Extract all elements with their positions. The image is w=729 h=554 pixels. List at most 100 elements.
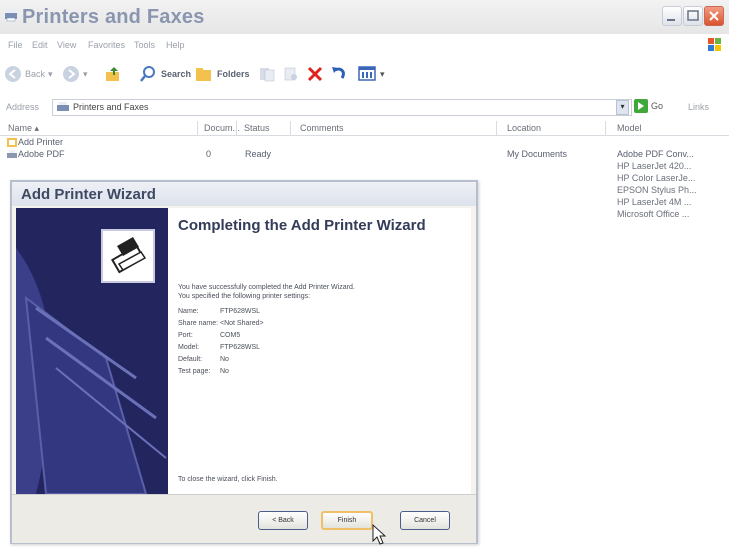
- printer-folder-icon: [57, 102, 69, 111]
- views-icon: [358, 66, 376, 81]
- address-field[interactable]: Printers and Faxes: [52, 99, 632, 116]
- list-item-add-printer[interactable]: Add Printer: [0, 137, 729, 149]
- finish-button[interactable]: Finish: [321, 511, 373, 530]
- back-button[interactable]: < Back: [258, 511, 308, 530]
- window-title: Printers and Faxes: [22, 6, 205, 28]
- column-status[interactable]: Status: [244, 123, 270, 133]
- row-documents: 0: [206, 149, 212, 159]
- printer-illustration: [16, 229, 167, 494]
- column-divider[interactable]: [290, 121, 291, 135]
- address-dropdown-button[interactable]: ▾: [616, 100, 629, 115]
- go-label: Go: [651, 101, 664, 111]
- setting-testpage-value: No: [220, 368, 229, 375]
- column-name[interactable]: Name ▴: [8, 123, 39, 134]
- list-item-model[interactable]: HP LaserJet 420...: [617, 160, 697, 172]
- setting-name-label: Name:: [178, 308, 199, 315]
- undo-button[interactable]: [330, 62, 348, 86]
- wizard-settings-intro: You specified the following printer sett…: [178, 293, 311, 300]
- views-button[interactable]: ▾: [358, 62, 385, 86]
- menu-favorites[interactable]: Favorites: [88, 40, 125, 50]
- minimize-icon: [667, 19, 675, 21]
- folders-label: Folders: [217, 69, 250, 79]
- column-model[interactable]: Model: [617, 123, 642, 133]
- column-divider[interactable]: [197, 121, 198, 135]
- list-item-model[interactable]: HP LaserJet 4M ...: [617, 196, 697, 208]
- setting-port-value: COM5: [220, 332, 241, 339]
- wizard-heading: Completing the Add Printer Wizard: [178, 217, 426, 234]
- forward-arrow-icon: [63, 66, 79, 82]
- menu-bar: File Edit View Favorites Tools Help: [0, 36, 729, 56]
- toolbar: Back ▾ ▾ Search Folders ▾: [0, 58, 729, 90]
- address-value: Printers and Faxes: [73, 102, 149, 112]
- go-button[interactable]: Go: [634, 99, 663, 113]
- row-model: Adobe PDF Conv...: [617, 149, 694, 159]
- move-to-button[interactable]: [258, 62, 276, 86]
- column-divider[interactable]: [605, 121, 606, 135]
- setting-port-label: Port:: [178, 332, 193, 339]
- maximize-button[interactable]: [683, 6, 703, 26]
- menu-help[interactable]: Help: [166, 40, 185, 50]
- column-header: Name ▴ Docum... Status Comments Location…: [0, 121, 729, 136]
- list-item-model[interactable]: Microsoft Office ...: [617, 208, 697, 220]
- title-bar: Printers and Faxes: [0, 0, 729, 34]
- model-column-list: HP LaserJet 420... HP Color LaserJe... E…: [617, 160, 697, 220]
- wizard-button-bar: < Back Finish Cancel: [12, 494, 476, 543]
- column-name-label: Name: [8, 123, 33, 133]
- column-location[interactable]: Location: [507, 123, 541, 133]
- mouse-cursor-icon: [372, 524, 386, 545]
- setting-name-value: FTP628WSL: [220, 308, 261, 315]
- back-button[interactable]: Back ▾: [4, 62, 53, 86]
- menu-view[interactable]: View: [57, 40, 76, 50]
- close-button[interactable]: [704, 6, 724, 26]
- search-button[interactable]: Search: [138, 62, 191, 86]
- menu-file[interactable]: File: [8, 40, 23, 50]
- wizard-side-banner: [16, 208, 168, 494]
- copy-to-button[interactable]: [282, 62, 300, 86]
- add-printer-icon: [7, 138, 17, 147]
- wizard-close-hint: To close the wizard, click Finish.: [178, 476, 278, 483]
- add-printer-wizard-dialog: Add Printer Wizard Completing the Add Pr…: [10, 180, 478, 544]
- row-status: Ready: [245, 149, 272, 159]
- wizard-content: Completing the Add Printer Wizard You ha…: [168, 208, 471, 494]
- close-icon: [709, 11, 719, 21]
- column-divider[interactable]: [236, 121, 237, 135]
- go-arrow-icon: [634, 99, 648, 113]
- delete-x-icon: [307, 66, 323, 82]
- undo-icon: [332, 67, 345, 79]
- minimize-button[interactable]: [662, 6, 682, 26]
- address-bar: Address Printers and Faxes ▾ Go Links: [0, 96, 729, 118]
- search-icon: [140, 66, 155, 82]
- menu-tools[interactable]: Tools: [134, 40, 155, 50]
- forward-button[interactable]: ▾: [62, 62, 88, 86]
- setting-testpage-label: Test page:: [178, 368, 211, 375]
- search-label: Search: [161, 69, 192, 79]
- printer-icon: [7, 150, 17, 158]
- setting-model-value: FTP628WSL: [220, 344, 261, 351]
- copy-to-icon: [284, 67, 297, 81]
- printer-folder-icon: [5, 9, 17, 22]
- move-to-icon: [260, 68, 275, 82]
- back-arrow-icon: [5, 66, 21, 82]
- delete-button[interactable]: [306, 62, 324, 86]
- setting-default-label: Default:: [178, 356, 203, 363]
- column-comments[interactable]: Comments: [300, 123, 344, 133]
- setting-share-label: Share name:: [178, 320, 219, 327]
- setting-model-label: Model:: [178, 344, 200, 351]
- folders-icon: [196, 68, 211, 81]
- maximize-icon: [687, 10, 699, 21]
- folders-button[interactable]: Folders: [194, 62, 250, 86]
- menu-edit[interactable]: Edit: [32, 40, 48, 50]
- setting-share-value: <Not Shared>: [220, 320, 264, 327]
- list-item-model[interactable]: HP Color LaserJe...: [617, 172, 697, 184]
- wizard-title-bar: Add Printer Wizard: [12, 182, 476, 206]
- sort-arrow-icon: ▴: [34, 123, 40, 133]
- wizard-title: Add Printer Wizard: [21, 186, 156, 203]
- back-label: Back: [25, 69, 46, 79]
- up-folder-icon: [106, 67, 119, 81]
- column-divider[interactable]: [496, 121, 497, 135]
- column-documents[interactable]: Docum...: [204, 123, 240, 133]
- list-item-model[interactable]: EPSON Stylus Ph...: [617, 184, 697, 196]
- links-button[interactable]: Links: [688, 102, 709, 112]
- cancel-button[interactable]: Cancel: [400, 511, 450, 530]
- up-folder-button[interactable]: [104, 62, 122, 86]
